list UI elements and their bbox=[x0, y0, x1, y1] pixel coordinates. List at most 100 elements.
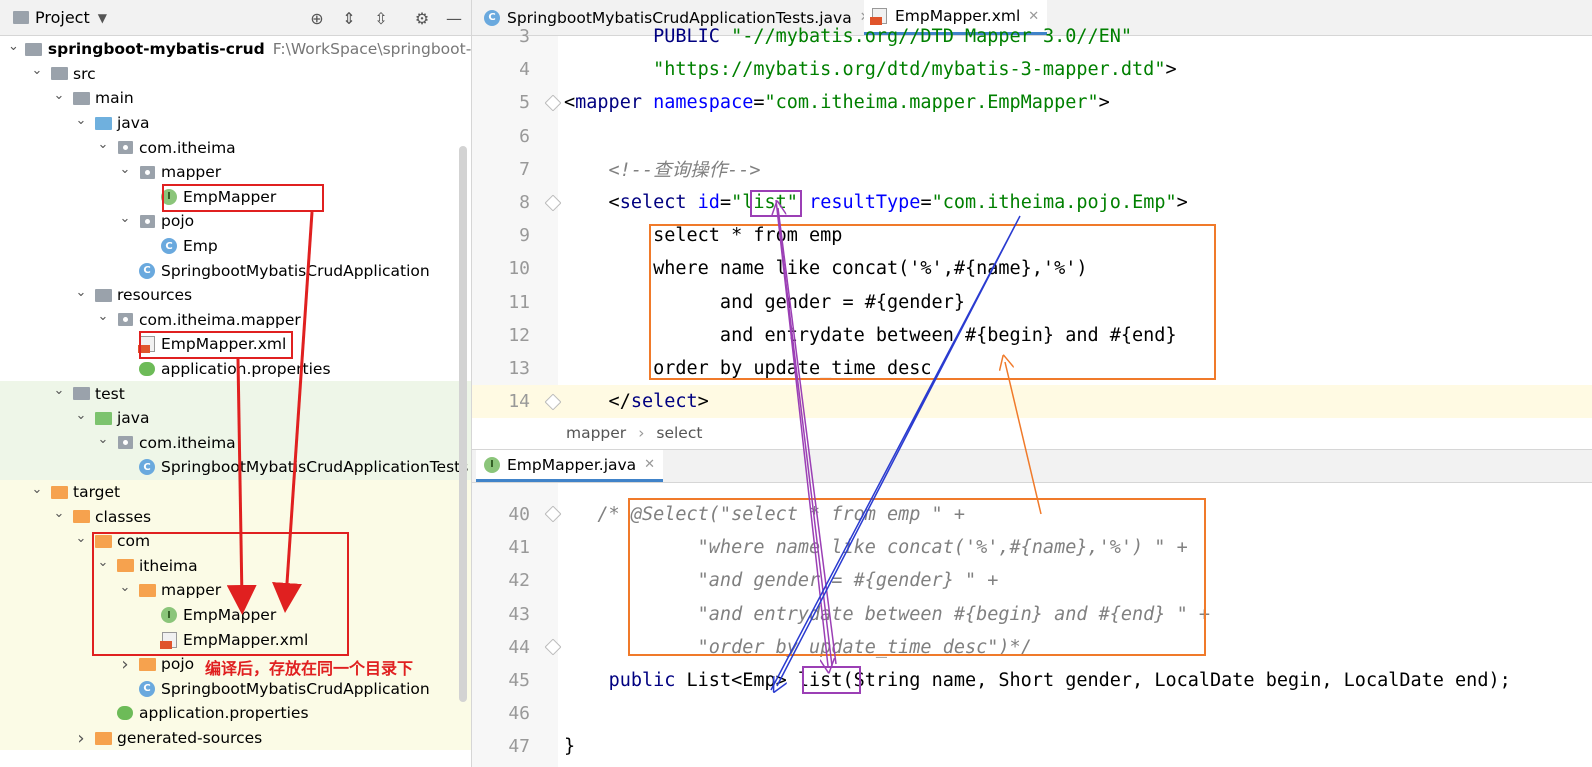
highlight-box-target-mapper bbox=[92, 532, 349, 656]
chevron-down-icon[interactable]: ⌄ bbox=[118, 162, 132, 177]
highlight-box-empmapper-xml bbox=[139, 331, 293, 359]
chevron-down-icon[interactable]: ⌄ bbox=[52, 88, 66, 103]
locate-icon[interactable]: ⊕ bbox=[307, 8, 327, 28]
tree-item-label: test bbox=[95, 384, 125, 403]
highlight-box-method-list bbox=[802, 666, 861, 694]
tree-item-label: application.properties bbox=[139, 704, 309, 723]
excluded-folder-icon bbox=[50, 485, 68, 499]
tree-item-label: mapper bbox=[161, 163, 222, 182]
folder-icon bbox=[72, 91, 90, 105]
code-text: </select> bbox=[564, 391, 709, 413]
tree-item[interactable]: ⌄ pojo bbox=[0, 209, 471, 234]
code-line[interactable]: 5 <mapper namespace="com.itheima.mapper.E… bbox=[472, 86, 1592, 119]
chevron-down-icon[interactable]: ⌄ bbox=[52, 506, 66, 521]
tree-item[interactable]: C SpringbootMybatisCrudApplication bbox=[0, 676, 471, 702]
line-number: 7 bbox=[519, 158, 530, 180]
tree-item[interactable]: C SpringbootMybatisCrudApplication bbox=[0, 258, 471, 283]
package-icon bbox=[117, 313, 133, 327]
line-number: 43 bbox=[508, 603, 530, 625]
chevron-right-icon: › bbox=[638, 424, 645, 442]
code-line[interactable]: 45 public List<Emp> list(String name, Sh… bbox=[472, 664, 1592, 697]
chevron-down-icon[interactable]: ⌄ bbox=[30, 63, 44, 78]
line-number: 3 bbox=[519, 26, 530, 47]
code-line[interactable]: 46 bbox=[472, 697, 1592, 730]
excluded-folder-icon bbox=[138, 657, 156, 671]
tree-item-label: application.properties bbox=[161, 360, 331, 379]
code-line[interactable]: 8 <select id="list" resultType="com.ithe… bbox=[472, 186, 1592, 219]
gear-icon[interactable]: ⚙ bbox=[412, 8, 432, 28]
code-line[interactable]: 3 PUBLIC "-//mybatis.org//DTD Mapper 3.0… bbox=[472, 20, 1592, 53]
code-text: public List<Emp> list(String name, Short… bbox=[608, 670, 1511, 691]
scrollbar[interactable] bbox=[459, 146, 467, 702]
tree-item[interactable]: application.properties bbox=[0, 701, 471, 726]
collapse-all-icon[interactable]: ⇳ bbox=[371, 8, 391, 28]
close-icon[interactable]: ✕ bbox=[644, 457, 655, 472]
breadcrumb-item[interactable]: mapper bbox=[566, 424, 626, 442]
spring-class-icon: C bbox=[139, 262, 155, 279]
chevron-down-icon[interactable]: ⌄ bbox=[52, 383, 66, 398]
tree-item[interactable]: ⌄ com.itheima bbox=[0, 430, 471, 456]
chevron-down-icon[interactable]: ⌄ bbox=[74, 408, 88, 423]
code-text: "https://mybatis.org/dtd/mybatis-3-mappe… bbox=[653, 59, 1177, 81]
code-line[interactable]: 4 "https://mybatis.org/dtd/mybatis-3-map… bbox=[472, 53, 1592, 86]
tree-item[interactable]: ⌄ mapper bbox=[0, 160, 471, 185]
tab-empmapper-java[interactable]: I EmpMapper.java ✕ bbox=[476, 450, 664, 482]
tree-item-label: target bbox=[73, 483, 121, 502]
tree-item[interactable]: application.properties bbox=[0, 357, 471, 382]
tree-item[interactable]: C SpringbootMybatisCrudApplicationTests bbox=[0, 455, 471, 480]
annotation-note: 编译后，存放在同一个目录下 bbox=[205, 659, 414, 678]
highlight-box-sql-annotation bbox=[628, 498, 1206, 656]
chevron-down-icon[interactable]: ⌄ bbox=[30, 482, 44, 497]
code-text: <select id="list" resultType="com.itheim… bbox=[564, 192, 1188, 213]
minimize-icon[interactable]: — bbox=[444, 8, 464, 28]
interface-icon: I bbox=[484, 456, 500, 473]
tree-item[interactable]: ⌄ src bbox=[0, 62, 471, 87]
folder-icon bbox=[13, 11, 29, 24]
code-text: } bbox=[564, 736, 576, 758]
chevron-down-icon[interactable]: ⌄ bbox=[74, 285, 88, 300]
tree-item[interactable]: ⌄ test bbox=[0, 381, 471, 406]
tree-item[interactable]: › generated-sources bbox=[0, 725, 471, 751]
folder-icon bbox=[50, 67, 68, 81]
tree-item[interactable]: ⌄ resources bbox=[0, 283, 471, 308]
tree-item[interactable]: ⌄ java bbox=[0, 111, 471, 136]
chevron-down-icon[interactable]: ⌄ bbox=[118, 211, 132, 226]
code-line[interactable]: 47} bbox=[472, 730, 1592, 763]
chevron-right-icon[interactable]: › bbox=[118, 654, 132, 675]
line-number: 45 bbox=[508, 670, 530, 691]
code-line[interactable]: 14 </select> bbox=[472, 385, 1592, 419]
line-number: 14 bbox=[508, 391, 530, 413]
code-line[interactable]: 7 <!--查询操作--> bbox=[472, 153, 1592, 186]
tree-item-path: F:\WorkSpace\springboot-myb bbox=[272, 40, 471, 59]
tree-item[interactable]: C Emp bbox=[0, 234, 471, 259]
resources-folder-icon bbox=[94, 288, 112, 302]
spring-class-icon: C bbox=[139, 459, 155, 476]
properties-file-icon bbox=[139, 362, 155, 377]
chevron-down-icon[interactable]: ⌄ bbox=[74, 531, 88, 546]
chevron-right-icon[interactable]: › bbox=[74, 728, 88, 749]
expand-all-icon[interactable]: ⇕ bbox=[339, 8, 359, 28]
tree-item[interactable]: ⌄ java bbox=[0, 406, 471, 431]
project-view-selector[interactable]: Project ▼ bbox=[13, 8, 107, 27]
chevron-down-icon[interactable]: ⌄ bbox=[96, 432, 110, 447]
code-text: <mapper namespace="com.itheima.mapper.Em… bbox=[564, 92, 1110, 114]
tree-item[interactable]: ⌄ com.itheima bbox=[0, 135, 471, 160]
tree-item[interactable]: ⌄ main bbox=[0, 86, 471, 111]
tree-item[interactable]: ⌄ classes bbox=[0, 504, 471, 529]
chevron-down-icon[interactable]: ⌄ bbox=[96, 309, 110, 324]
chevron-down-icon[interactable]: ⌄ bbox=[74, 113, 88, 128]
tree-item[interactable]: ⌄ target bbox=[0, 479, 471, 505]
breadcrumb-item[interactable]: select bbox=[656, 424, 702, 442]
chevron-down-icon[interactable]: ⌄ bbox=[8, 39, 19, 54]
tree-item[interactable]: ⌄ com.itheima.mapper bbox=[0, 308, 471, 333]
folder-icon bbox=[72, 387, 90, 401]
class-icon: C bbox=[161, 238, 177, 255]
chevron-down-icon[interactable]: ⌄ bbox=[96, 137, 110, 152]
line-number: 46 bbox=[508, 703, 530, 725]
tree-item[interactable]: ⌄ springboot-mybatis-crud F:\WorkSpace\spr… bbox=[0, 37, 471, 62]
tree-item-label: java bbox=[117, 409, 150, 428]
tree-item-label: pojo bbox=[161, 212, 195, 231]
code-line[interactable]: 6 bbox=[472, 120, 1592, 153]
line-number: 6 bbox=[519, 125, 530, 147]
excluded-folder-icon bbox=[72, 510, 90, 524]
